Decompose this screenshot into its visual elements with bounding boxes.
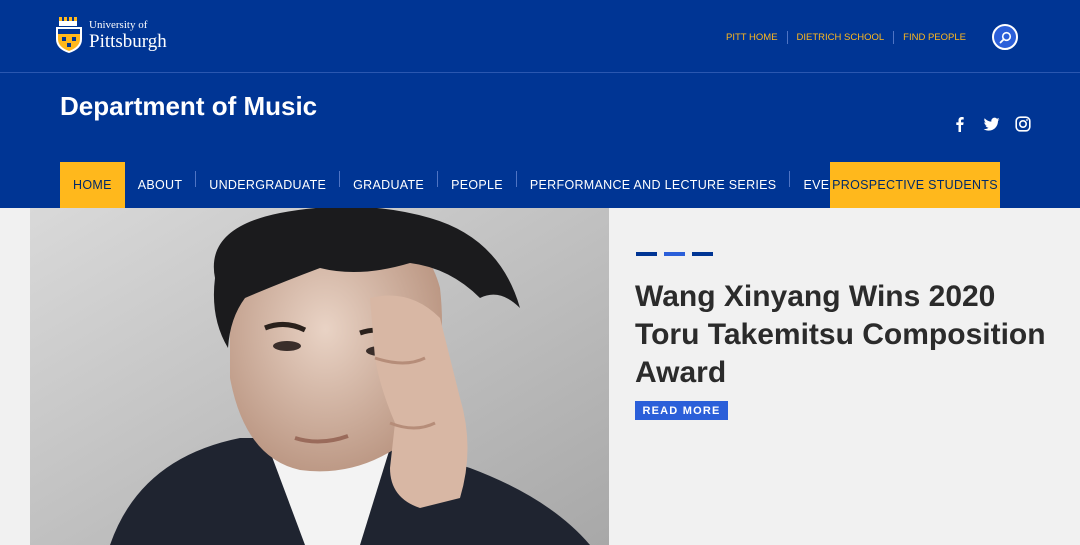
feature-headline[interactable]: Wang Xinyang Wins 2020 Toru Takemitsu Co…	[635, 278, 1055, 392]
facebook-icon[interactable]	[952, 116, 968, 137]
search-icon	[999, 31, 1011, 43]
read-more-button[interactable]: READ MORE	[635, 401, 728, 420]
instagram-icon[interactable]	[1015, 116, 1031, 137]
nav-item-about[interactable]: ABOUT	[125, 162, 196, 208]
accent-dashes	[636, 252, 713, 256]
accent-dash	[692, 252, 713, 256]
twitter-icon[interactable]	[983, 116, 1000, 137]
top-bar: University of Pittsburgh PITT HOME DIETR…	[0, 0, 1080, 73]
find-people-link[interactable]: FIND PEOPLE	[894, 32, 975, 43]
accent-dash	[664, 252, 685, 256]
search-button[interactable]	[992, 24, 1018, 50]
university-logo[interactable]: University of Pittsburgh	[55, 17, 167, 53]
pitt-home-link[interactable]: PITT HOME	[717, 32, 787, 43]
utility-links: PITT HOME DIETRICH SCHOOL FIND PEOPLE	[717, 31, 975, 44]
accent-dash	[636, 252, 657, 256]
main-nav: HOME ABOUT UNDERGRADUATE GRADUATE PEOPLE…	[60, 162, 870, 208]
dietrich-school-link[interactable]: DIETRICH SCHOOL	[788, 32, 894, 43]
university-crest-icon	[56, 17, 82, 53]
portrait-illustration	[30, 208, 609, 545]
social-links	[952, 116, 1031, 137]
nav-item-undergraduate[interactable]: UNDERGRADUATE	[196, 162, 339, 208]
feature-photo[interactable]	[30, 208, 609, 545]
prospective-students-button[interactable]: PROSPECTIVE STUDENTS	[830, 162, 1000, 208]
site-header: University of Pittsburgh PITT HOME DIETR…	[0, 0, 1080, 208]
logo-line-2: Pittsburgh	[89, 30, 167, 52]
nav-item-home[interactable]: HOME	[60, 162, 125, 208]
nav-item-graduate[interactable]: GRADUATE	[340, 162, 437, 208]
department-title: Department of Music	[60, 91, 318, 121]
logo-line-1: University of	[89, 18, 148, 31]
nav-item-performance-lecture-series[interactable]: PERFORMANCE AND LECTURE SERIES	[517, 162, 790, 208]
nav-item-people[interactable]: PEOPLE	[438, 162, 516, 208]
